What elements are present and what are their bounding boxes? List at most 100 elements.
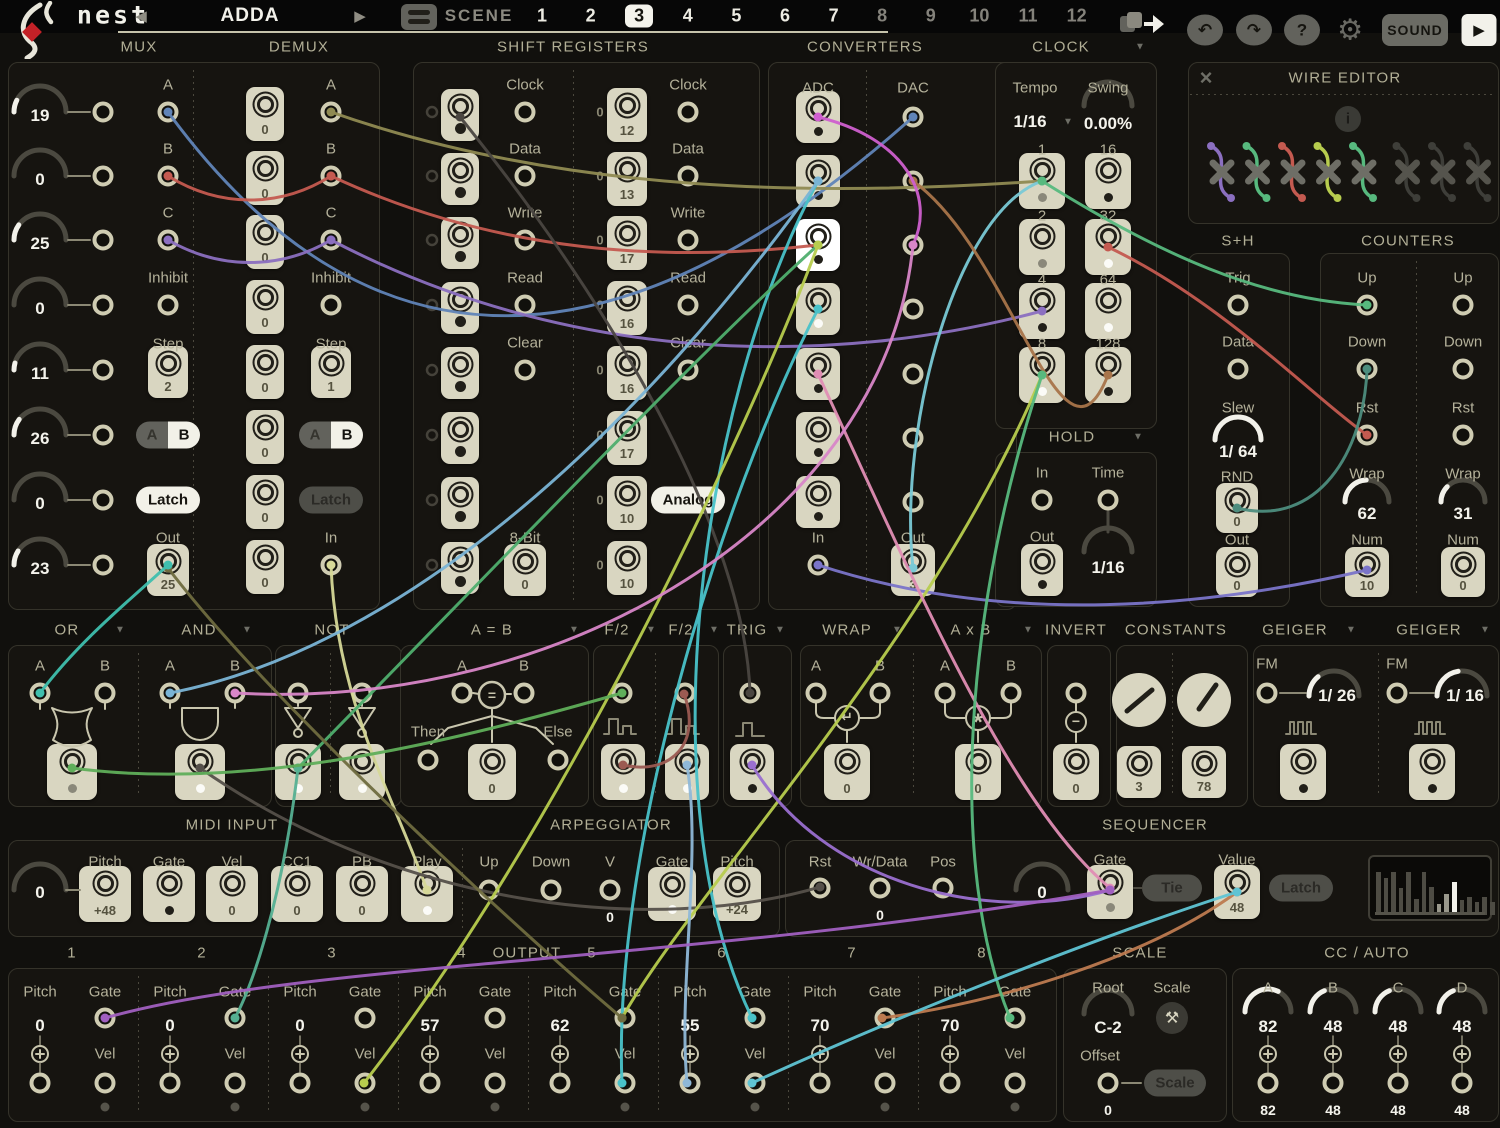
demux-select-port-a[interactable]	[321, 102, 342, 123]
output-pitch-port[interactable]	[680, 1073, 701, 1094]
trig-dropdown-icon[interactable]: ▼	[775, 625, 785, 636]
output-pitch-port[interactable]	[290, 1073, 311, 1094]
seq-rst-port[interactable]	[810, 878, 831, 899]
geiger-out-button[interactable]	[1280, 744, 1326, 800]
mux-input-port[interactable]	[93, 230, 114, 251]
geiger-rate-value[interactable]: 1/ 26	[1318, 686, 1356, 706]
not-in-port[interactable]	[288, 683, 309, 704]
axb-a-port[interactable]	[935, 683, 956, 704]
cc-knob-value[interactable]: 48	[1324, 1017, 1343, 1037]
shift1-read-port[interactable]	[515, 295, 536, 316]
cc-knob-value[interactable]: 82	[1259, 1017, 1278, 1037]
clock-div-8-button[interactable]	[1019, 347, 1065, 403]
axb-out-button[interactable]: 0	[955, 744, 1001, 800]
counter-down-port[interactable]	[1453, 359, 1474, 380]
shift1-step-button[interactable]	[441, 542, 479, 594]
scale-root-value[interactable]: C-2	[1094, 1018, 1121, 1038]
scene-tab-9[interactable]: 9	[926, 6, 936, 27]
scale-offset-port[interactable]	[1098, 1073, 1119, 1094]
dac-port-2[interactable]	[903, 171, 924, 192]
shift2-data-port[interactable]	[678, 166, 699, 187]
geiger-fm-port[interactable]	[1387, 683, 1408, 704]
output-gate-port[interactable]	[1005, 1008, 1026, 1029]
f2-dropdown-icon[interactable]: ▼	[646, 625, 656, 636]
prev-patch-icon[interactable]: ◀	[135, 7, 147, 25]
geiger-dropdown-icon[interactable]: ▼	[1346, 625, 1356, 636]
wrap-dropdown-icon[interactable]: ▼	[892, 625, 902, 636]
adc-button-2[interactable]	[796, 155, 840, 207]
clock-div-2-button[interactable]	[1019, 219, 1065, 275]
invert-out-button[interactable]: 0	[1053, 744, 1099, 800]
seq-step-display[interactable]	[1368, 855, 1492, 921]
output-gate-port[interactable]	[225, 1008, 246, 1029]
midi-knob-value[interactable]: 0	[35, 883, 44, 903]
demux-output-button[interactable]: 0	[246, 87, 284, 141]
scene-tab-11[interactable]: 11	[1018, 6, 1037, 27]
aeb-b-port[interactable]	[514, 683, 535, 704]
mux-ab-toggle[interactable]: AB	[136, 422, 200, 449]
adc-button-6[interactable]	[796, 412, 840, 464]
sound-button[interactable]: SOUND	[1382, 14, 1448, 46]
output-vel-port[interactable]	[1005, 1073, 1026, 1094]
shift1-step-button[interactable]	[441, 217, 479, 269]
midi-vel-button[interactable]: 0	[206, 866, 258, 922]
clock-dropdown-icon[interactable]: ▼	[1135, 42, 1145, 53]
undo-button[interactable]: ↶	[1187, 15, 1223, 46]
cc-out-port[interactable]	[1452, 1073, 1473, 1094]
counter-num-button[interactable]: 10	[1345, 547, 1389, 597]
shift2-step-button[interactable]: 17	[607, 216, 647, 270]
scene-tab-7[interactable]: 7	[829, 6, 839, 27]
patch-name[interactable]: ADDA	[221, 5, 280, 27]
and-dropdown-icon[interactable]: ▼	[242, 625, 252, 636]
shift2-write-port[interactable]	[678, 230, 699, 251]
and-b-port[interactable]	[225, 683, 246, 704]
demux-in-port[interactable]	[321, 555, 342, 576]
shift2-clock-port[interactable]	[678, 102, 699, 123]
scale-tools-icon[interactable]: ⚒	[1165, 1008, 1179, 1028]
mux-select-port-c[interactable]	[158, 230, 179, 251]
sh-data-port[interactable]	[1228, 359, 1249, 380]
output-pitch-value[interactable]: 57	[421, 1016, 440, 1036]
demux-output-button[interactable]: 0	[246, 410, 284, 464]
output-pitch-value[interactable]: 62	[551, 1016, 570, 1036]
mux-input-port[interactable]	[93, 295, 114, 316]
sh-slew-value[interactable]: 1/ 64	[1219, 442, 1257, 462]
f2-out-button[interactable]	[665, 744, 709, 800]
scene-tab-3[interactable]: 3	[625, 5, 653, 28]
shift2-step-button[interactable]: 13	[607, 152, 647, 206]
counter-up-port[interactable]	[1357, 295, 1378, 316]
seq-knob-value[interactable]: 0	[1037, 883, 1046, 903]
adc-in-port[interactable]	[808, 555, 829, 576]
demux-step-button[interactable]: 1	[311, 346, 351, 398]
axb-dropdown-icon[interactable]: ▼	[1023, 625, 1033, 636]
shift1-write-port[interactable]	[515, 230, 536, 251]
f2-in-port[interactable]	[675, 683, 696, 704]
aeb-then-port[interactable]	[418, 750, 439, 771]
arp-pitch-button[interactable]: +24	[713, 867, 761, 921]
help-button[interactable]: ?	[1284, 15, 1320, 46]
seq-tie-toggle[interactable]: Tie	[1142, 875, 1202, 902]
shift1-step-button[interactable]	[441, 153, 479, 205]
demux-output-button[interactable]: 0	[246, 280, 284, 334]
midi-pb-button[interactable]: 0	[336, 866, 388, 922]
not-out-button[interactable]	[275, 744, 321, 800]
mux-step-button[interactable]: 2	[148, 346, 188, 398]
hold-dropdown-icon[interactable]: ▼	[1133, 432, 1143, 443]
counter-wrap-value[interactable]: 31	[1454, 504, 1473, 524]
scene-tab-4[interactable]: 4	[683, 6, 693, 27]
demux-select-port-c[interactable]	[321, 230, 342, 251]
midi-play-button[interactable]	[401, 866, 453, 922]
demux-output-button[interactable]: 0	[246, 151, 284, 205]
wrap-b-port[interactable]	[870, 683, 891, 704]
shift1-step-button[interactable]	[441, 347, 479, 399]
scene-tab-2[interactable]: 2	[586, 6, 596, 27]
play-button[interactable]: ▶	[1462, 14, 1497, 46]
output-pitch-port[interactable]	[420, 1073, 441, 1094]
mux-select-port-a[interactable]	[158, 102, 179, 123]
output-vel-port[interactable]	[95, 1073, 116, 1094]
output-pitch-value[interactable]: 70	[941, 1016, 960, 1036]
demux-select-port-inhibit[interactable]	[321, 295, 342, 316]
shift2-read-port[interactable]	[678, 295, 699, 316]
output-pitch-value[interactable]: 55	[681, 1016, 700, 1036]
ab-option-a[interactable]: A	[299, 422, 331, 449]
